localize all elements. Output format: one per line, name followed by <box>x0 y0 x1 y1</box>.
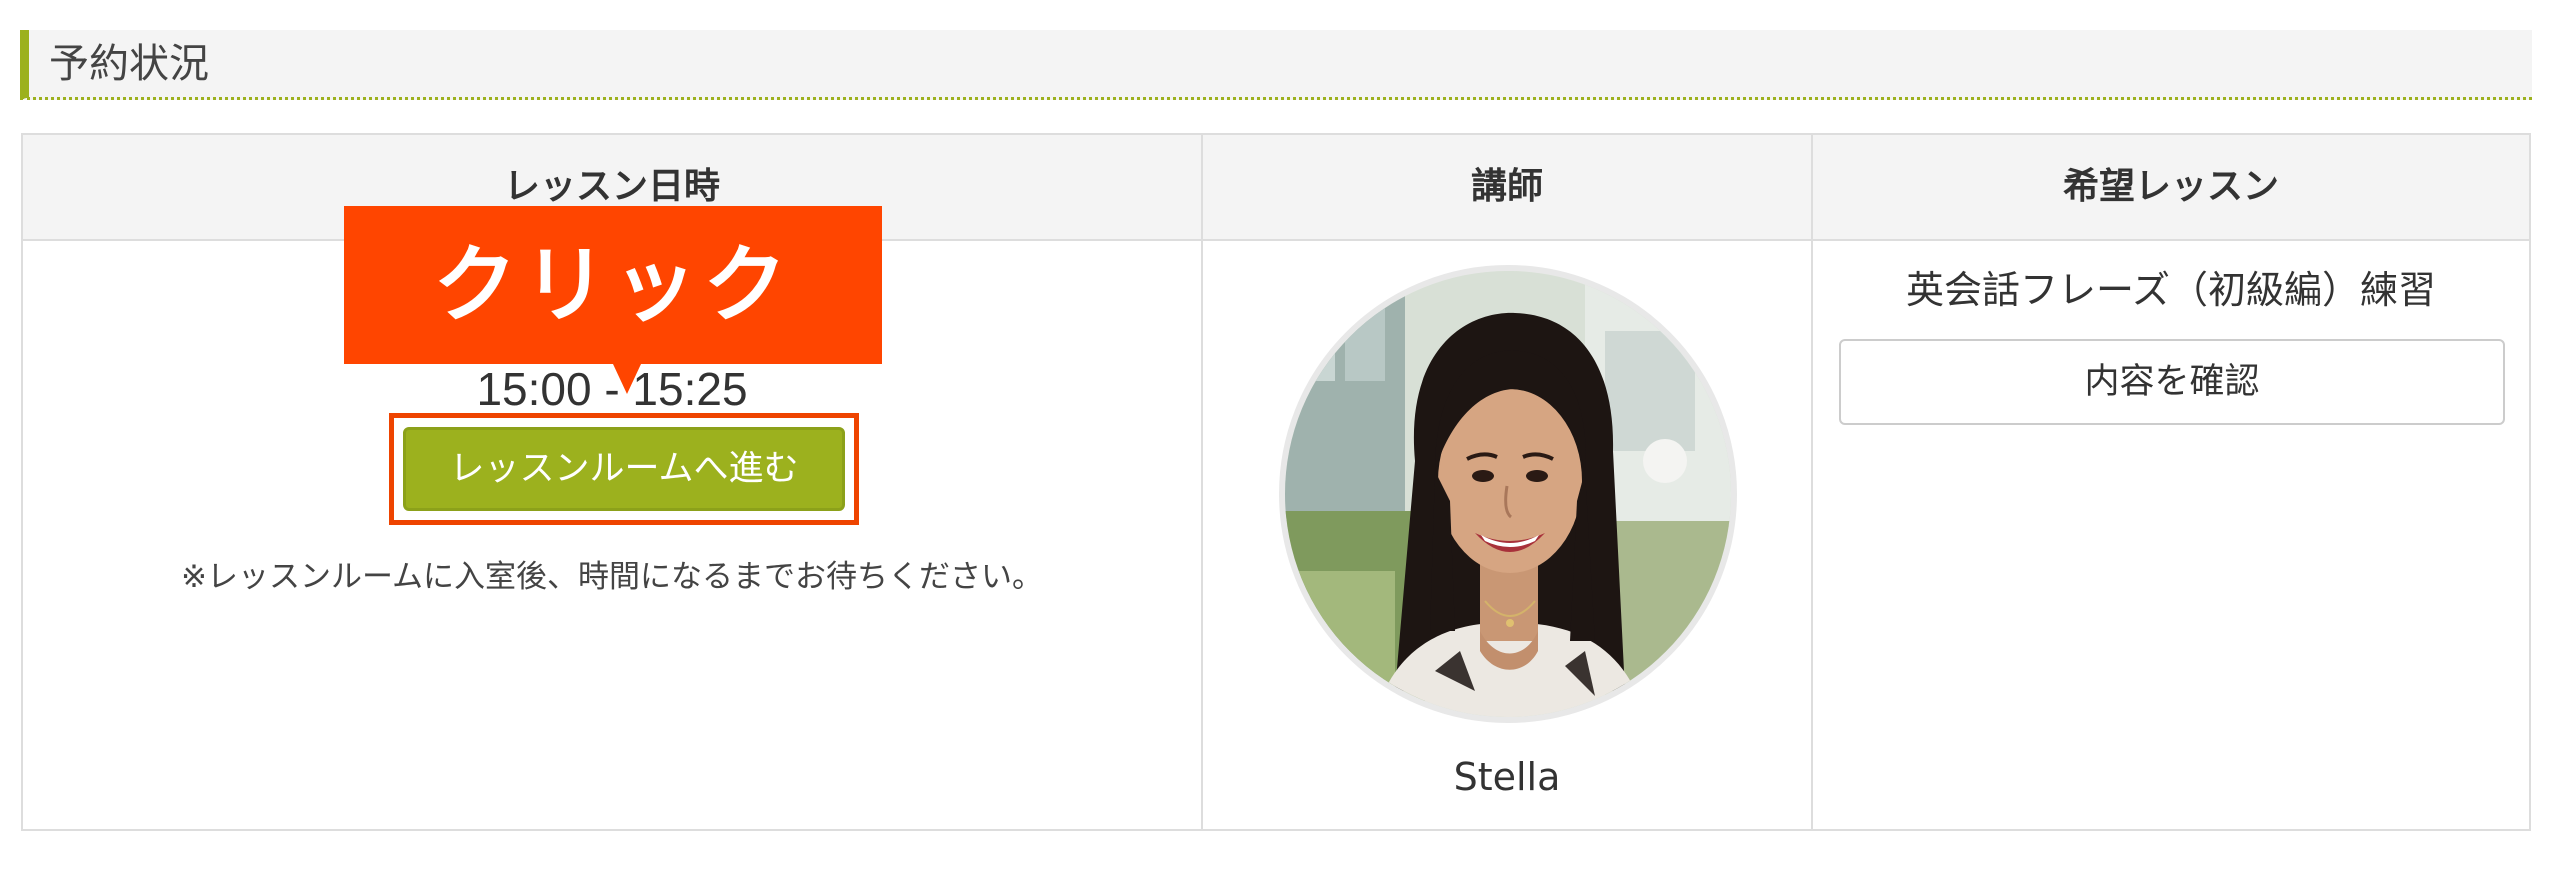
enter-room-highlight: レッスンルームへ進む <box>389 413 859 525</box>
reservation-status-page: 予約状況 レッスン日時 15:00 - 15:25 レッスンルームへ進む ※レッ… <box>0 0 2554 870</box>
section-header: 予約状況 <box>20 30 2532 100</box>
teacher-column: 講師 Stella <box>1203 135 1813 829</box>
lesson-time: 15:00 - 15:25 <box>476 363 748 415</box>
section-title: 予約状況 <box>49 41 209 87</box>
teacher-name: Stella <box>1453 755 1561 799</box>
waiting-note: ※レッスンルームに入室後、時間になるまでお待ちください。 <box>180 559 1044 595</box>
lesson-column: 希望レッスン 英会話フレーズ（初級編）練習 内容を確認 <box>1813 135 2529 829</box>
teacher-photo <box>1285 271 1731 717</box>
header-requested-lesson: 希望レッスン <box>1813 135 2529 241</box>
teacher-avatar[interactable] <box>1279 265 1737 723</box>
datetime-column: レッスン日時 15:00 - 15:25 レッスンルームへ進む ※レッスンルーム… <box>23 135 1203 829</box>
callout-pointer <box>613 364 641 394</box>
lesson-name: 英会話フレーズ（初級編）練習 <box>1905 268 2437 312</box>
header-teacher: 講師 <box>1203 135 1811 241</box>
click-callout: クリック <box>344 206 882 364</box>
reservation-table: レッスン日時 15:00 - 15:25 レッスンルームへ進む ※レッスンルーム… <box>21 133 2531 831</box>
enter-lesson-room-button[interactable]: レッスンルームへ進む <box>403 427 845 511</box>
confirm-content-button[interactable]: 内容を確認 <box>1839 339 2505 425</box>
